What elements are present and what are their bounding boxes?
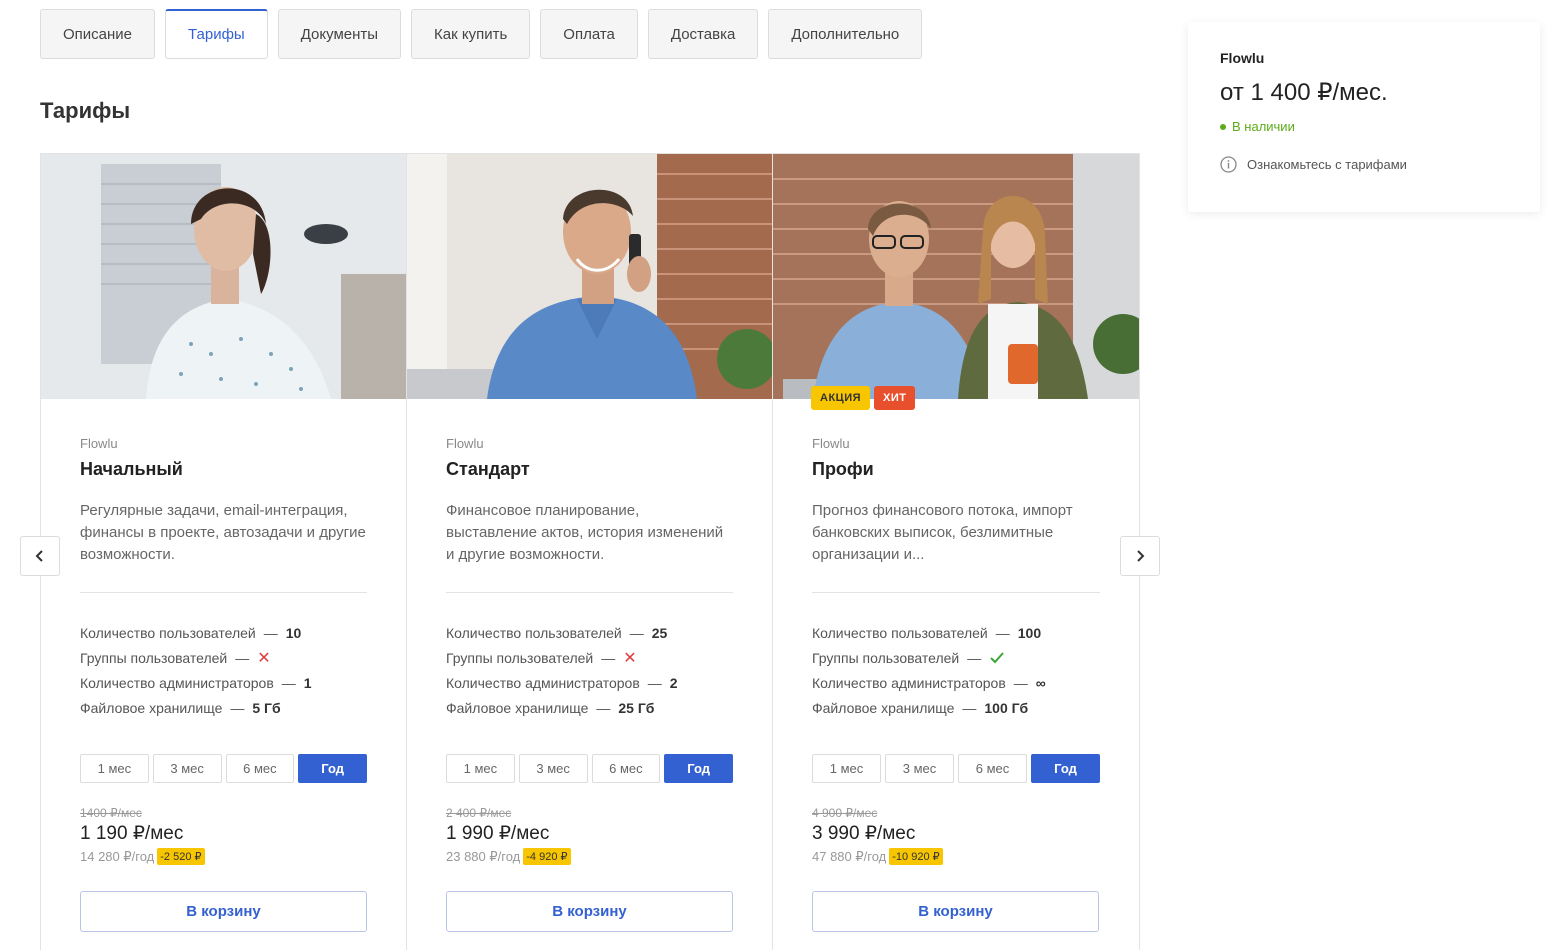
tab-how-to-buy[interactable]: Как купить: [411, 9, 531, 59]
sale-badge: АКЦИЯ: [811, 386, 871, 410]
plan-description: Регулярные задачи, email-интеграция, фин…: [80, 502, 366, 563]
plan-badges: АКЦИЯ ХИТ: [811, 386, 916, 410]
tab-tariffs[interactable]: Тарифы: [165, 9, 268, 59]
feature-users: Количество пользователей —10: [80, 624, 302, 641]
tab-additional[interactable]: Дополнительно: [768, 9, 923, 59]
old-price: 1400 ₽/мес: [80, 806, 142, 820]
plan-name[interactable]: Профи: [812, 459, 1100, 480]
plan-name[interactable]: Стандарт: [446, 459, 733, 480]
old-price: 2 400 ₽/мес: [446, 806, 512, 820]
period-year-button[interactable]: Год: [298, 754, 367, 783]
cross-icon: ✕: [257, 649, 271, 667]
check-icon: [990, 651, 1004, 663]
feature-users: Количество пользователей —100: [812, 624, 1042, 641]
feature-storage: Файловое хранилище —25 Гб: [446, 699, 655, 716]
period-selector: 1 мес 3 мес 6 мес Год: [812, 754, 1100, 783]
price: 1 190 ₽/мес: [80, 823, 184, 844]
year-price: 14 280 ₽/год: [80, 848, 155, 864]
year-price-row: 23 880 ₽/год -4 920 ₽: [446, 848, 733, 865]
plan-features: Количество пользователей —10 Группы польз…: [80, 620, 367, 720]
tabs-bar: Описание Тарифы Документы Как купить Опл…: [40, 9, 923, 59]
period-3m-button[interactable]: 3 мес: [885, 754, 954, 783]
year-price-row: 14 280 ₽/год -2 520 ₽: [80, 848, 367, 865]
tab-payment[interactable]: Оплата: [540, 9, 638, 59]
period-6m-button[interactable]: 6 мес: [958, 754, 1027, 783]
old-price: 4 900 ₽/мес: [812, 806, 878, 820]
feature-admins: Количество администраторов —2: [446, 674, 678, 691]
tab-documents[interactable]: Документы: [277, 9, 402, 59]
discount-badge: -4 920 ₽: [523, 848, 571, 865]
plan-brand: Flowlu: [446, 436, 484, 451]
feature-groups: Группы пользователей —: [812, 645, 1100, 670]
add-to-cart-button[interactable]: В корзину: [446, 891, 733, 932]
product-price: от 1 400 ₽/мес.: [1220, 79, 1388, 106]
price: 3 990 ₽/мес: [812, 823, 916, 844]
period-year-button[interactable]: Год: [664, 754, 733, 783]
tab-description[interactable]: Описание: [40, 9, 156, 59]
slider-next-button[interactable]: [1120, 536, 1160, 576]
year-price: 23 880 ₽/год: [446, 848, 521, 864]
period-3m-button[interactable]: 3 мес: [518, 754, 588, 783]
stock-status: В наличии: [1220, 119, 1508, 134]
divider: [80, 592, 367, 593]
discount-badge: -2 520 ₽: [157, 848, 205, 865]
feature-storage: Файловое хранилище —5 Гб: [80, 699, 281, 716]
plan-description: Финансовое планирование, выставление акт…: [446, 502, 724, 563]
add-to-cart-button[interactable]: В корзину: [80, 891, 367, 932]
plan-brand: Flowlu: [80, 436, 118, 451]
divider: [812, 592, 1100, 593]
plan-brand: Flowlu: [812, 436, 850, 451]
feature-users: Количество пользователей —25: [446, 624, 668, 641]
hit-badge: ХИТ: [874, 386, 916, 410]
product-brand: Flowlu: [1220, 50, 1265, 66]
product-summary-panel: Flowlu от 1 400 ₽/мес. В наличии Ознаком…: [1188, 22, 1540, 212]
chevron-left-icon: [35, 550, 43, 562]
plan-card: Flowlu Стандарт Финансовое планирование,…: [406, 153, 772, 950]
feature-admins: Количество администраторов — ∞: [812, 674, 1046, 691]
plan-photo: [41, 154, 406, 399]
period-6m-button[interactable]: 6 мес: [225, 754, 295, 783]
plan-description: Прогноз финансового потока, импорт банко…: [812, 502, 1073, 563]
discount-badge: -10 920 ₽: [889, 848, 943, 865]
period-selector: 1 мес 3 мес 6 мес Год: [80, 754, 367, 783]
plan-photo: [773, 154, 1139, 399]
year-price: 47 880 ₽/год: [812, 848, 887, 864]
slider-prev-button[interactable]: [20, 536, 60, 576]
cross-icon: ✕: [623, 649, 637, 667]
plan-name[interactable]: Начальный: [80, 459, 367, 480]
tab-delivery[interactable]: Доставка: [647, 9, 759, 59]
feature-admins: Количество администраторов —1: [80, 674, 312, 691]
plan-features: Количество пользователей —25 Группы польз…: [446, 620, 733, 720]
feature-groups: Группы пользователей — ✕: [80, 649, 271, 667]
period-year-button[interactable]: Год: [1031, 754, 1100, 783]
period-1m-button[interactable]: 1 мес: [446, 754, 515, 783]
plan-features: Количество пользователей —100 Группы поль…: [812, 620, 1100, 720]
add-to-cart-button[interactable]: В корзину: [812, 891, 1099, 932]
plan-photo: [407, 154, 772, 399]
feature-groups: Группы пользователей — ✕: [446, 649, 637, 667]
period-1m-button[interactable]: 1 мес: [812, 754, 881, 783]
plan-card: АКЦИЯ ХИТ Flowlu Профи Прогноз финансово…: [772, 153, 1140, 950]
tariffs-info-link[interactable]: Ознакомьтесь с тарифами: [1220, 156, 1508, 173]
year-price-row: 47 880 ₽/год -10 920 ₽: [812, 848, 1100, 865]
chevron-right-icon: [1137, 550, 1145, 562]
period-6m-button[interactable]: 6 мес: [591, 754, 661, 783]
plan-card: Flowlu Начальный Регулярные задачи, emai…: [40, 153, 406, 950]
divider: [446, 592, 733, 593]
plans-slider: Flowlu Начальный Регулярные задачи, emai…: [40, 153, 1140, 950]
price: 1 990 ₽/мес: [446, 823, 550, 844]
section-title: Тарифы: [40, 98, 131, 123]
period-1m-button[interactable]: 1 мес: [80, 754, 149, 783]
feature-storage: Файловое хранилище —100 Гб: [812, 699, 1029, 716]
info-icon: [1220, 156, 1237, 173]
period-3m-button[interactable]: 3 мес: [152, 754, 222, 783]
period-selector: 1 мес 3 мес 6 мес Год: [446, 754, 733, 783]
stock-dot-icon: [1220, 123, 1226, 130]
